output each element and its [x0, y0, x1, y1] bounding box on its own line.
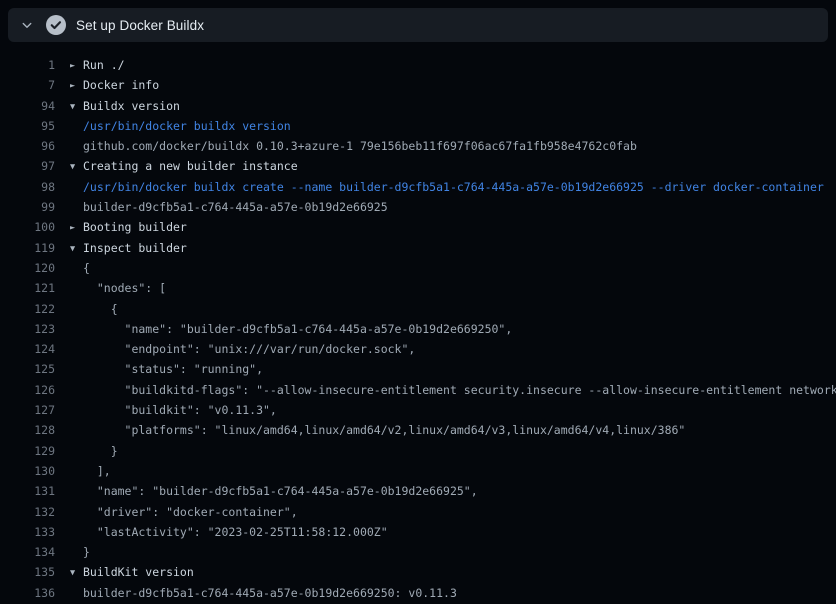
- log-output-text: "buildkitd-flags": "--allow-insecure-ent…: [83, 383, 836, 397]
- log-output-text: "platforms": "linux/amd64,linux/amd64/v2…: [83, 423, 685, 437]
- log-group-title[interactable]: BuildKit version: [83, 565, 194, 579]
- log-line-number[interactable]: 94: [0, 96, 55, 116]
- log-area: 1►Run ./7►Docker info94▼Buildx version95…: [0, 42, 836, 604]
- log-line-number[interactable]: 98: [0, 177, 55, 197]
- log-output-text: "driver": "docker-container",: [83, 505, 298, 519]
- group-expanded-icon[interactable]: ▼: [70, 239, 83, 258]
- group-expanded-icon[interactable]: ▼: [70, 563, 83, 582]
- log-output-text: {: [83, 261, 90, 275]
- log-output-text: github.com/docker/buildx 0.10.3+azure-1 …: [83, 139, 637, 153]
- log-output-text: "status": "running",: [83, 362, 263, 376]
- log-output-text: "buildkit": "v0.11.3",: [83, 403, 277, 417]
- log-line: 97 ▼Creating a new builder instance: [0, 156, 836, 176]
- log-line-number[interactable]: 96: [0, 136, 55, 156]
- log-line: 119 ▼Inspect builder: [0, 238, 836, 258]
- log-line: 134}: [0, 542, 836, 562]
- log-line: 7 ►Docker info: [0, 75, 836, 95]
- group-collapsed-icon[interactable]: ►: [70, 76, 83, 95]
- log-line: 95/usr/bin/docker buildx version: [0, 116, 836, 136]
- log-line: 131 "name": "builder-d9cfb5a1-c764-445a-…: [0, 481, 836, 501]
- chevron-down-icon[interactable]: [20, 18, 34, 32]
- log-line-number[interactable]: 136: [0, 583, 55, 603]
- log-line: 135 ▼BuildKit version: [0, 562, 836, 582]
- log-line-number[interactable]: 95: [0, 116, 55, 136]
- log-line: 96 github.com/docker/buildx 0.10.3+azure-…: [0, 136, 836, 156]
- log-group-title[interactable]: Creating a new builder instance: [83, 159, 298, 173]
- log-line-number[interactable]: 100: [0, 217, 55, 237]
- log-line: 124 "endpoint": "unix:///var/run/docker.…: [0, 339, 836, 359]
- log-line-number[interactable]: 125: [0, 359, 55, 379]
- log-output-text: "name": "builder-d9cfb5a1-c764-445a-a57e…: [83, 484, 478, 498]
- log-line: 121 "nodes": [: [0, 278, 836, 298]
- log-group-title[interactable]: Buildx version: [83, 99, 180, 113]
- log-line: 128 "platforms": "linux/amd64,linux/amd6…: [0, 420, 836, 440]
- log-group-title[interactable]: Run ./: [83, 58, 125, 72]
- group-collapsed-icon[interactable]: ►: [70, 56, 83, 75]
- log-line: 130 ],: [0, 461, 836, 481]
- group-collapsed-icon[interactable]: ►: [70, 218, 83, 237]
- log-line: 120 {: [0, 258, 836, 278]
- log-output-text: {: [83, 302, 118, 316]
- log-line-number[interactable]: 126: [0, 380, 55, 400]
- log-line-number[interactable]: 129: [0, 441, 55, 461]
- log-output-text: "nodes": [: [83, 281, 166, 295]
- step-header[interactable]: Set up Docker Buildx: [8, 8, 828, 42]
- log-line-number[interactable]: 131: [0, 481, 55, 501]
- log-command-text: /usr/bin/docker buildx create --name bui…: [83, 180, 824, 194]
- log-output-text: ],: [83, 464, 111, 478]
- check-circle-icon: [46, 15, 66, 35]
- log-output-text: }: [83, 545, 90, 559]
- log-line-number[interactable]: 121: [0, 278, 55, 298]
- log-line: 136 builder-d9cfb5a1-c764-445a-a57e-0b19d…: [0, 583, 836, 603]
- log-line-number[interactable]: 122: [0, 299, 55, 319]
- log-command-text: /usr/bin/docker buildx version: [83, 119, 291, 133]
- log-line-number[interactable]: 120: [0, 258, 55, 278]
- step-title: Set up Docker Buildx: [76, 18, 204, 33]
- log-group-title[interactable]: Booting builder: [83, 220, 187, 234]
- log-line: 132 "driver": "docker-container",: [0, 502, 836, 522]
- log-line: 1 ►Run ./: [0, 55, 836, 75]
- log-output-text: "name": "builder-d9cfb5a1-c764-445a-a57e…: [83, 322, 512, 336]
- log-line-number[interactable]: 130: [0, 461, 55, 481]
- log-line-number[interactable]: 132: [0, 502, 55, 522]
- log-line: 127 "buildkit": "v0.11.3",: [0, 400, 836, 420]
- group-expanded-icon[interactable]: ▼: [70, 97, 83, 116]
- log-line: 126 "buildkitd-flags": "--allow-insecure…: [0, 380, 836, 400]
- log-line: 98/usr/bin/docker buildx create --name b…: [0, 177, 836, 197]
- log-line: 122 {: [0, 299, 836, 319]
- log-output-text: "lastActivity": "2023-02-25T11:58:12.000…: [83, 525, 388, 539]
- log-line: 129 }: [0, 441, 836, 461]
- log-output-text: "endpoint": "unix:///var/run/docker.sock…: [83, 342, 415, 356]
- log-group-title[interactable]: Inspect builder: [83, 241, 187, 255]
- log-line-number[interactable]: 119: [0, 238, 55, 258]
- group-expanded-icon[interactable]: ▼: [70, 157, 83, 176]
- log-line-number[interactable]: 124: [0, 339, 55, 359]
- log-line: 125 "status": "running",: [0, 359, 836, 379]
- log-line-number[interactable]: 97: [0, 156, 55, 176]
- log-output-text: builder-d9cfb5a1-c764-445a-a57e-0b19d2e6…: [83, 586, 457, 600]
- log-line-number[interactable]: 1: [0, 55, 55, 75]
- log-output-text: }: [83, 444, 118, 458]
- log-line: 133 "lastActivity": "2023-02-25T11:58:12…: [0, 522, 836, 542]
- log-output-text: builder-d9cfb5a1-c764-445a-a57e-0b19d2e6…: [83, 200, 388, 214]
- log-line: 99 builder-d9cfb5a1-c764-445a-a57e-0b19d2…: [0, 197, 836, 217]
- log-line-number[interactable]: 134: [0, 542, 55, 562]
- log-line-number[interactable]: 123: [0, 319, 55, 339]
- log-line-number[interactable]: 133: [0, 522, 55, 542]
- log-line-number[interactable]: 7: [0, 75, 55, 95]
- log-line: 123 "name": "builder-d9cfb5a1-c764-445a-…: [0, 319, 836, 339]
- log-line-number[interactable]: 127: [0, 400, 55, 420]
- log-line-number[interactable]: 99: [0, 197, 55, 217]
- log-line: 100 ►Booting builder: [0, 217, 836, 237]
- log-line-number[interactable]: 135: [0, 562, 55, 582]
- log-line: 94 ▼Buildx version: [0, 96, 836, 116]
- log-line-number[interactable]: 128: [0, 420, 55, 440]
- log-group-title[interactable]: Docker info: [83, 78, 159, 92]
